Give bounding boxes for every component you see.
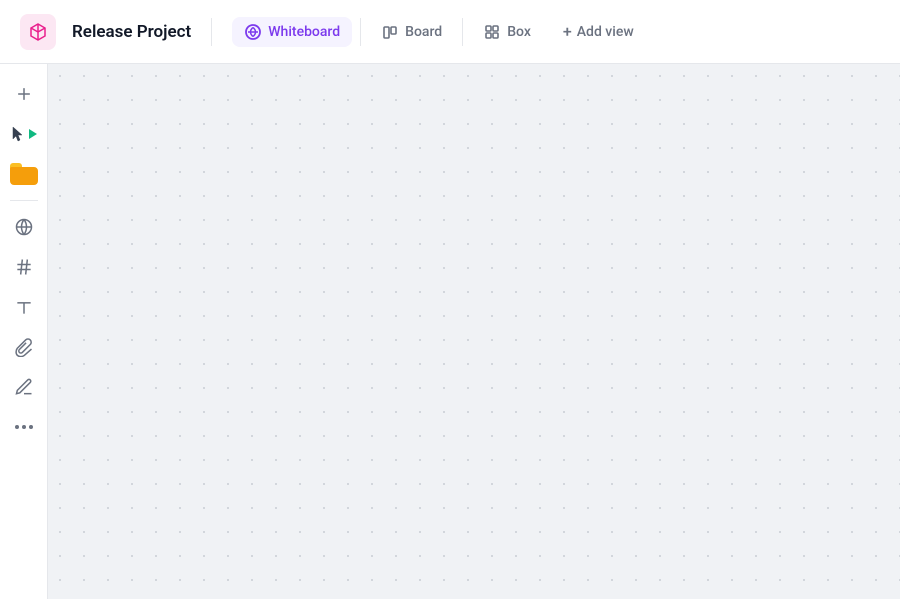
whiteboard-canvas[interactable] [48, 64, 900, 599]
tab-box-label: Box [507, 24, 531, 40]
cursor-icon [11, 125, 25, 143]
sidebar-add-button[interactable] [6, 76, 42, 112]
tab-whiteboard[interactable]: Whiteboard [232, 17, 352, 47]
box-icon [483, 23, 501, 41]
text-icon [14, 297, 34, 317]
main-container [0, 64, 900, 599]
tab-divider-2 [462, 18, 463, 46]
sidebar-text-tool[interactable] [6, 289, 42, 325]
sidebar-more-button[interactable] [6, 409, 42, 445]
hash-icon [14, 257, 34, 277]
sidebar-files-tool[interactable] [6, 156, 42, 192]
project-icon [20, 14, 56, 50]
add-view-button[interactable]: + Add view [551, 16, 646, 47]
sidebar-separator-1 [10, 200, 38, 201]
tab-board[interactable]: Board [369, 17, 454, 47]
sidebar-attach-tool[interactable] [6, 329, 42, 365]
tab-box[interactable]: Box [471, 17, 543, 47]
tab-board-label: Board [405, 24, 442, 40]
sidebar-hash-tool[interactable] [6, 249, 42, 285]
sidebar-cursor-tool[interactable] [6, 116, 42, 152]
whiteboard-icon [244, 23, 262, 41]
sidebar-draw-tool[interactable] [6, 369, 42, 405]
project-title: Release Project [72, 22, 191, 42]
add-view-plus: + [563, 22, 572, 41]
play-icon [29, 129, 37, 139]
header-divider [211, 18, 212, 46]
pen-icon [14, 377, 34, 397]
header: Release Project Whiteboard [0, 0, 900, 64]
sidebar-globe-tool[interactable] [6, 209, 42, 245]
tab-divider-1 [360, 18, 361, 46]
tab-whiteboard-label: Whiteboard [268, 24, 340, 40]
board-icon [381, 23, 399, 41]
sidebar [0, 64, 48, 599]
nav-tabs: Whiteboard Board [232, 16, 645, 47]
more-icon [15, 425, 33, 429]
folder-icon [10, 163, 38, 185]
plus-icon [14, 84, 34, 104]
globe-icon [14, 217, 34, 237]
paperclip-icon [14, 337, 34, 357]
add-view-label: Add view [577, 24, 634, 40]
